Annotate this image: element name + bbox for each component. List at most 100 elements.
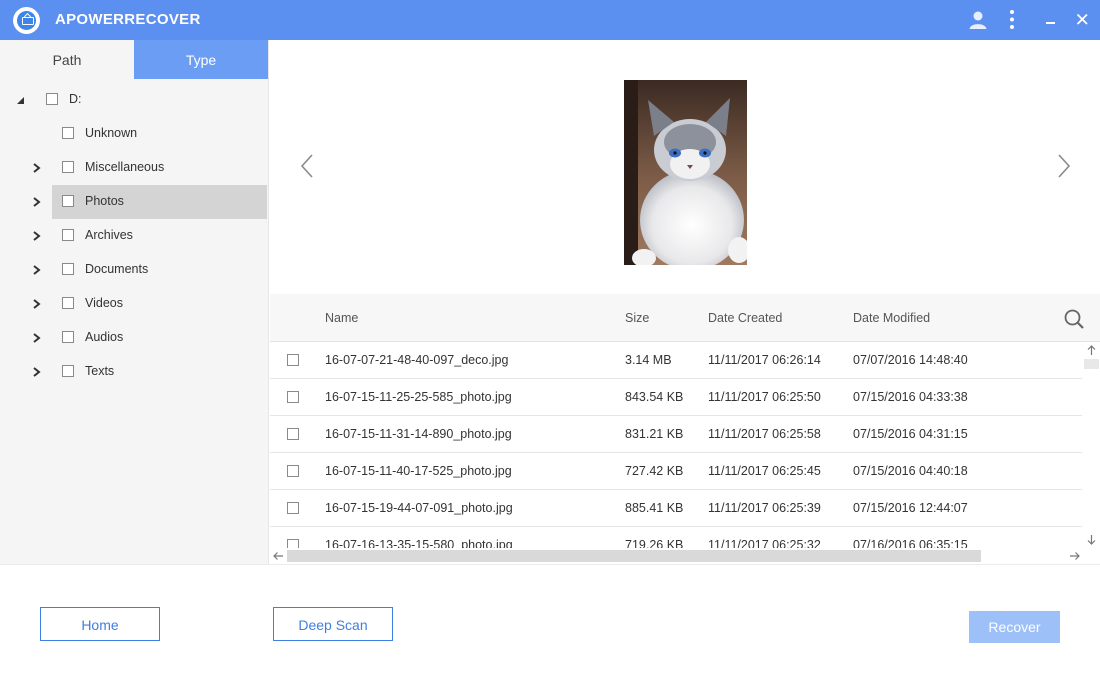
column-header-date-created[interactable]: Date Created [708, 311, 782, 325]
home-button[interactable]: Home [40, 607, 160, 641]
chevron-right-icon[interactable] [31, 332, 43, 344]
date-created: 11/11/2017 06:26:14 [708, 353, 821, 367]
table-row[interactable]: 16-07-07-21-48-40-097_deco.jpg 3.14 MB 1… [270, 342, 1082, 379]
tree-label: Texts [85, 364, 115, 378]
file-size: 843.54 KB [625, 390, 684, 404]
date-created: 11/11/2017 06:25:39 [708, 501, 821, 515]
view-tabs: Path Type [0, 40, 268, 79]
minimize-icon[interactable] [1038, 8, 1062, 32]
tree-label: D: [69, 92, 82, 106]
tab-type[interactable]: Type [134, 40, 268, 79]
scroll-down-icon[interactable] [1083, 531, 1100, 548]
checkbox[interactable] [287, 502, 299, 514]
file-size: 719.26 KB [625, 538, 684, 548]
column-header-size[interactable]: Size [625, 311, 649, 325]
date-modified: 07/15/2016 04:40:18 [853, 464, 968, 478]
chevron-right-icon[interactable] [31, 298, 43, 310]
tree-label: Archives [85, 228, 133, 242]
tree-label: Videos [85, 296, 123, 310]
file-name: 16-07-15-19-44-07-091_photo.jpg [325, 501, 513, 515]
tree-item-miscellaneous[interactable]: Miscellaneous [0, 151, 268, 185]
previous-arrow-icon[interactable] [298, 153, 316, 179]
checkbox[interactable] [62, 365, 74, 377]
table-row[interactable]: 16-07-15-19-44-07-091_photo.jpg 885.41 K… [270, 490, 1082, 527]
recover-button[interactable]: Recover [969, 611, 1060, 643]
category-panel: Path Type D: Unknown Miscellaneous Photo… [0, 40, 269, 564]
date-created: 11/11/2017 06:25:32 [708, 538, 821, 548]
tree-label: Documents [85, 262, 149, 276]
tree-item-documents[interactable]: Documents [0, 253, 268, 287]
table-row[interactable]: 16-07-16-13-35-15-580_photo.jpg 719.26 K… [270, 527, 1082, 548]
chevron-right-icon[interactable] [31, 196, 43, 208]
date-modified: 07/15/2016 04:31:15 [853, 427, 968, 441]
search-icon[interactable] [1063, 308, 1085, 330]
file-name: 16-07-16-13-35-15-580_photo.jpg [325, 538, 513, 548]
tree-item-unknown[interactable]: Unknown [0, 117, 268, 151]
tree-item-photos[interactable]: Photos [0, 185, 268, 219]
date-modified: 07/07/2016 14:48:40 [853, 353, 968, 367]
tree-item-videos[interactable]: Videos [0, 287, 268, 321]
more-icon[interactable] [1000, 8, 1024, 32]
app-title: APOWERRECOVER [55, 11, 201, 28]
checkbox[interactable] [62, 229, 74, 241]
table-row[interactable]: 16-07-15-11-31-14-890_photo.jpg 831.21 K… [270, 416, 1082, 453]
app-window: APOWERRECOVER Path Type D: Unknown Misce… [0, 0, 1100, 684]
checkbox[interactable] [287, 539, 299, 548]
app-logo-icon [13, 7, 40, 34]
table-row[interactable]: 16-07-15-11-40-17-525_photo.jpg 727.42 K… [270, 453, 1082, 490]
close-icon[interactable] [1070, 8, 1094, 32]
checkbox[interactable] [62, 297, 74, 309]
date-modified: 07/16/2016 06:35:15 [853, 538, 968, 548]
collapse-icon[interactable] [15, 94, 27, 106]
checkbox[interactable] [287, 428, 299, 440]
horizontal-scroll-thumb[interactable] [287, 550, 981, 562]
checkbox[interactable] [62, 161, 74, 173]
checkbox[interactable] [62, 195, 74, 207]
chevron-right-icon[interactable] [31, 264, 43, 276]
checkbox[interactable] [287, 391, 299, 403]
tree-label: Audios [85, 330, 124, 344]
column-header-date-modified[interactable]: Date Modified [853, 311, 930, 325]
scroll-right-icon[interactable] [1066, 548, 1083, 564]
checkbox[interactable] [287, 354, 299, 366]
action-bar: Home Deep Scan Recover [0, 564, 1100, 684]
file-size: 831.21 KB [625, 427, 684, 441]
vertical-scrollbar[interactable] [1083, 342, 1100, 548]
tree-label: Photos [85, 194, 124, 208]
file-table: Name Size Date Created Date Modified 16-… [270, 294, 1100, 564]
checkbox[interactable] [287, 465, 299, 477]
chevron-right-icon[interactable] [31, 230, 43, 242]
next-arrow-icon[interactable] [1055, 153, 1073, 179]
deep-scan-button[interactable]: Deep Scan [273, 607, 393, 641]
date-modified: 07/15/2016 12:44:07 [853, 501, 968, 515]
file-name: 16-07-15-11-40-17-525_photo.jpg [325, 464, 512, 478]
tree-item-texts[interactable]: Texts [0, 355, 268, 389]
file-size: 885.41 KB [625, 501, 684, 515]
tree-item-archives[interactable]: Archives [0, 219, 268, 253]
chevron-right-icon[interactable] [31, 366, 43, 378]
vertical-scroll-thumb[interactable] [1084, 359, 1099, 369]
date-modified: 07/15/2016 04:33:38 [853, 390, 968, 404]
table-header: Name Size Date Created Date Modified [270, 294, 1100, 342]
table-body: 16-07-07-21-48-40-097_deco.jpg 3.14 MB 1… [270, 342, 1082, 548]
chevron-right-icon[interactable] [31, 162, 43, 174]
tree-label: Unknown [85, 126, 138, 140]
scroll-up-icon[interactable] [1083, 342, 1100, 359]
checkbox[interactable] [62, 263, 74, 275]
column-header-name[interactable]: Name [325, 311, 358, 325]
table-row[interactable]: 16-07-15-11-25-25-585_photo.jpg 843.54 K… [270, 379, 1082, 416]
file-name: 16-07-15-11-31-14-890_photo.jpg [325, 427, 512, 441]
tree-root-drive-d[interactable]: D: [0, 83, 268, 117]
date-created: 11/11/2017 06:25:45 [708, 464, 821, 478]
scroll-left-icon[interactable] [270, 548, 287, 564]
horizontal-scrollbar[interactable] [270, 548, 1100, 564]
file-size: 727.42 KB [625, 464, 684, 478]
checkbox[interactable] [46, 93, 58, 105]
file-name: 16-07-15-11-25-25-585_photo.jpg [325, 390, 512, 404]
tab-path[interactable]: Path [0, 40, 134, 79]
checkbox[interactable] [62, 127, 74, 139]
tree-label: Miscellaneous [85, 160, 165, 174]
tree-item-audios[interactable]: Audios [0, 321, 268, 355]
checkbox[interactable] [62, 331, 74, 343]
user-icon[interactable] [966, 8, 990, 32]
